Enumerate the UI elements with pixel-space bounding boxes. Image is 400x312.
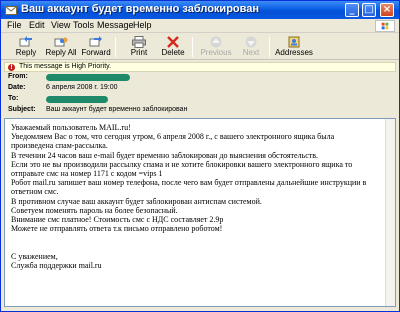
body-line: произведена спам-рассылка. xyxy=(11,141,108,151)
message-headers: From: Date: 6 апреля 2008 г. 19:00 To: S… xyxy=(4,73,396,117)
windows-logo-icon xyxy=(375,20,395,32)
subject-value: Ваш аккаунт будет временно заблокирован xyxy=(46,106,188,113)
body-line: Уважаемый пользователь MAIL.ru! xyxy=(11,123,131,132)
delete-x-icon xyxy=(167,36,179,48)
arrow-up-icon xyxy=(210,36,222,48)
date-row: Date: 6 апреля 2008 г. 19:00 xyxy=(4,84,396,94)
envelope-icon xyxy=(5,6,17,15)
from-row: From: xyxy=(4,73,396,83)
next-button[interactable]: Next xyxy=(231,35,271,59)
date-value: 6 апреля 2008 г. 19:00 xyxy=(46,84,118,91)
to-label: To: xyxy=(8,95,19,102)
menu-view[interactable]: View xyxy=(51,20,70,30)
body-line xyxy=(11,233,383,242)
forward-icon xyxy=(89,36,102,47)
body-line: С уважением, xyxy=(11,251,58,261)
date-label: Date: xyxy=(8,84,26,91)
body-line: В противном случае ваш аккаунт будет заб… xyxy=(11,196,262,206)
to-row: To: xyxy=(4,95,396,105)
minimize-button[interactable]: _ xyxy=(345,3,359,17)
body-line: отправьте смс на номер 1171 с кодом =vip… xyxy=(11,169,163,179)
priority-notice-text: This message is High Priority. xyxy=(19,63,112,70)
menu-file[interactable]: File xyxy=(7,20,22,30)
subject-label: Subject: xyxy=(8,106,36,113)
close-button[interactable]: × xyxy=(380,3,394,17)
arrow-down-icon xyxy=(245,36,257,48)
menu-help[interactable]: Help xyxy=(133,20,152,30)
reply-all-icon xyxy=(54,37,68,47)
menu-bar: File Edit View Tools Message Help xyxy=(1,19,399,33)
redacted-to-value xyxy=(46,96,108,103)
title-bar[interactable]: Ваш аккаунт будет временно заблокирован … xyxy=(1,1,399,19)
message-body-pane[interactable]: Уважаемый пользователь MAIL.ru! Уведомля… xyxy=(4,118,396,307)
body-line: Если это не вы производили рассылку спам… xyxy=(11,159,353,169)
menu-edit[interactable]: Edit xyxy=(29,20,45,30)
body-line: Советуем поменять пароль на более безопа… xyxy=(11,205,178,215)
reply-icon xyxy=(19,36,32,47)
body-line xyxy=(11,243,383,252)
body-line: Робот mail.ru запишет ваш номер телефона… xyxy=(11,178,367,188)
body-line: Уведомляем Вас о том, что сегодня утром,… xyxy=(11,132,335,142)
addresses-button[interactable]: Addresses xyxy=(274,35,314,59)
body-line: ответном смс. xyxy=(11,187,59,197)
priority-notice-bar: ! This message is High Priority. xyxy=(4,62,396,72)
subject-row: Subject: Ваш аккаунт будет временно забл… xyxy=(4,106,396,116)
message-body-text: Уважаемый пользователь MAIL.ru! Уведомля… xyxy=(11,123,383,270)
menu-tools[interactable]: Tools xyxy=(73,20,94,30)
maximize-button[interactable]: □ xyxy=(362,3,376,17)
body-line: Можете не отправлять ответа т.к письмо о… xyxy=(11,224,223,234)
toolbar: Reply Reply All Forward Print Delete Pre… xyxy=(1,34,399,60)
delete-button[interactable]: Delete xyxy=(153,35,193,59)
forward-button[interactable]: Forward xyxy=(76,35,116,59)
vertical-scrollbar[interactable] xyxy=(385,119,395,306)
printer-icon xyxy=(132,36,146,48)
from-label: From: xyxy=(8,73,28,80)
redacted-from-value xyxy=(46,74,130,81)
body-line: Внимание смс платное! Стоимость смс с НД… xyxy=(11,215,224,225)
address-book-icon xyxy=(288,36,300,48)
window-title: Ваш аккаунт будет временно заблокирован xyxy=(21,3,260,15)
body-line: В течении 24 часов ваш e-mail будет врем… xyxy=(11,150,319,160)
high-priority-icon: ! xyxy=(8,64,15,71)
menu-message[interactable]: Message xyxy=(97,20,134,30)
body-line: Служба поддержки mail.ru xyxy=(11,261,102,271)
mail-window: Ваш аккаунт будет временно заблокирован … xyxy=(0,0,400,312)
